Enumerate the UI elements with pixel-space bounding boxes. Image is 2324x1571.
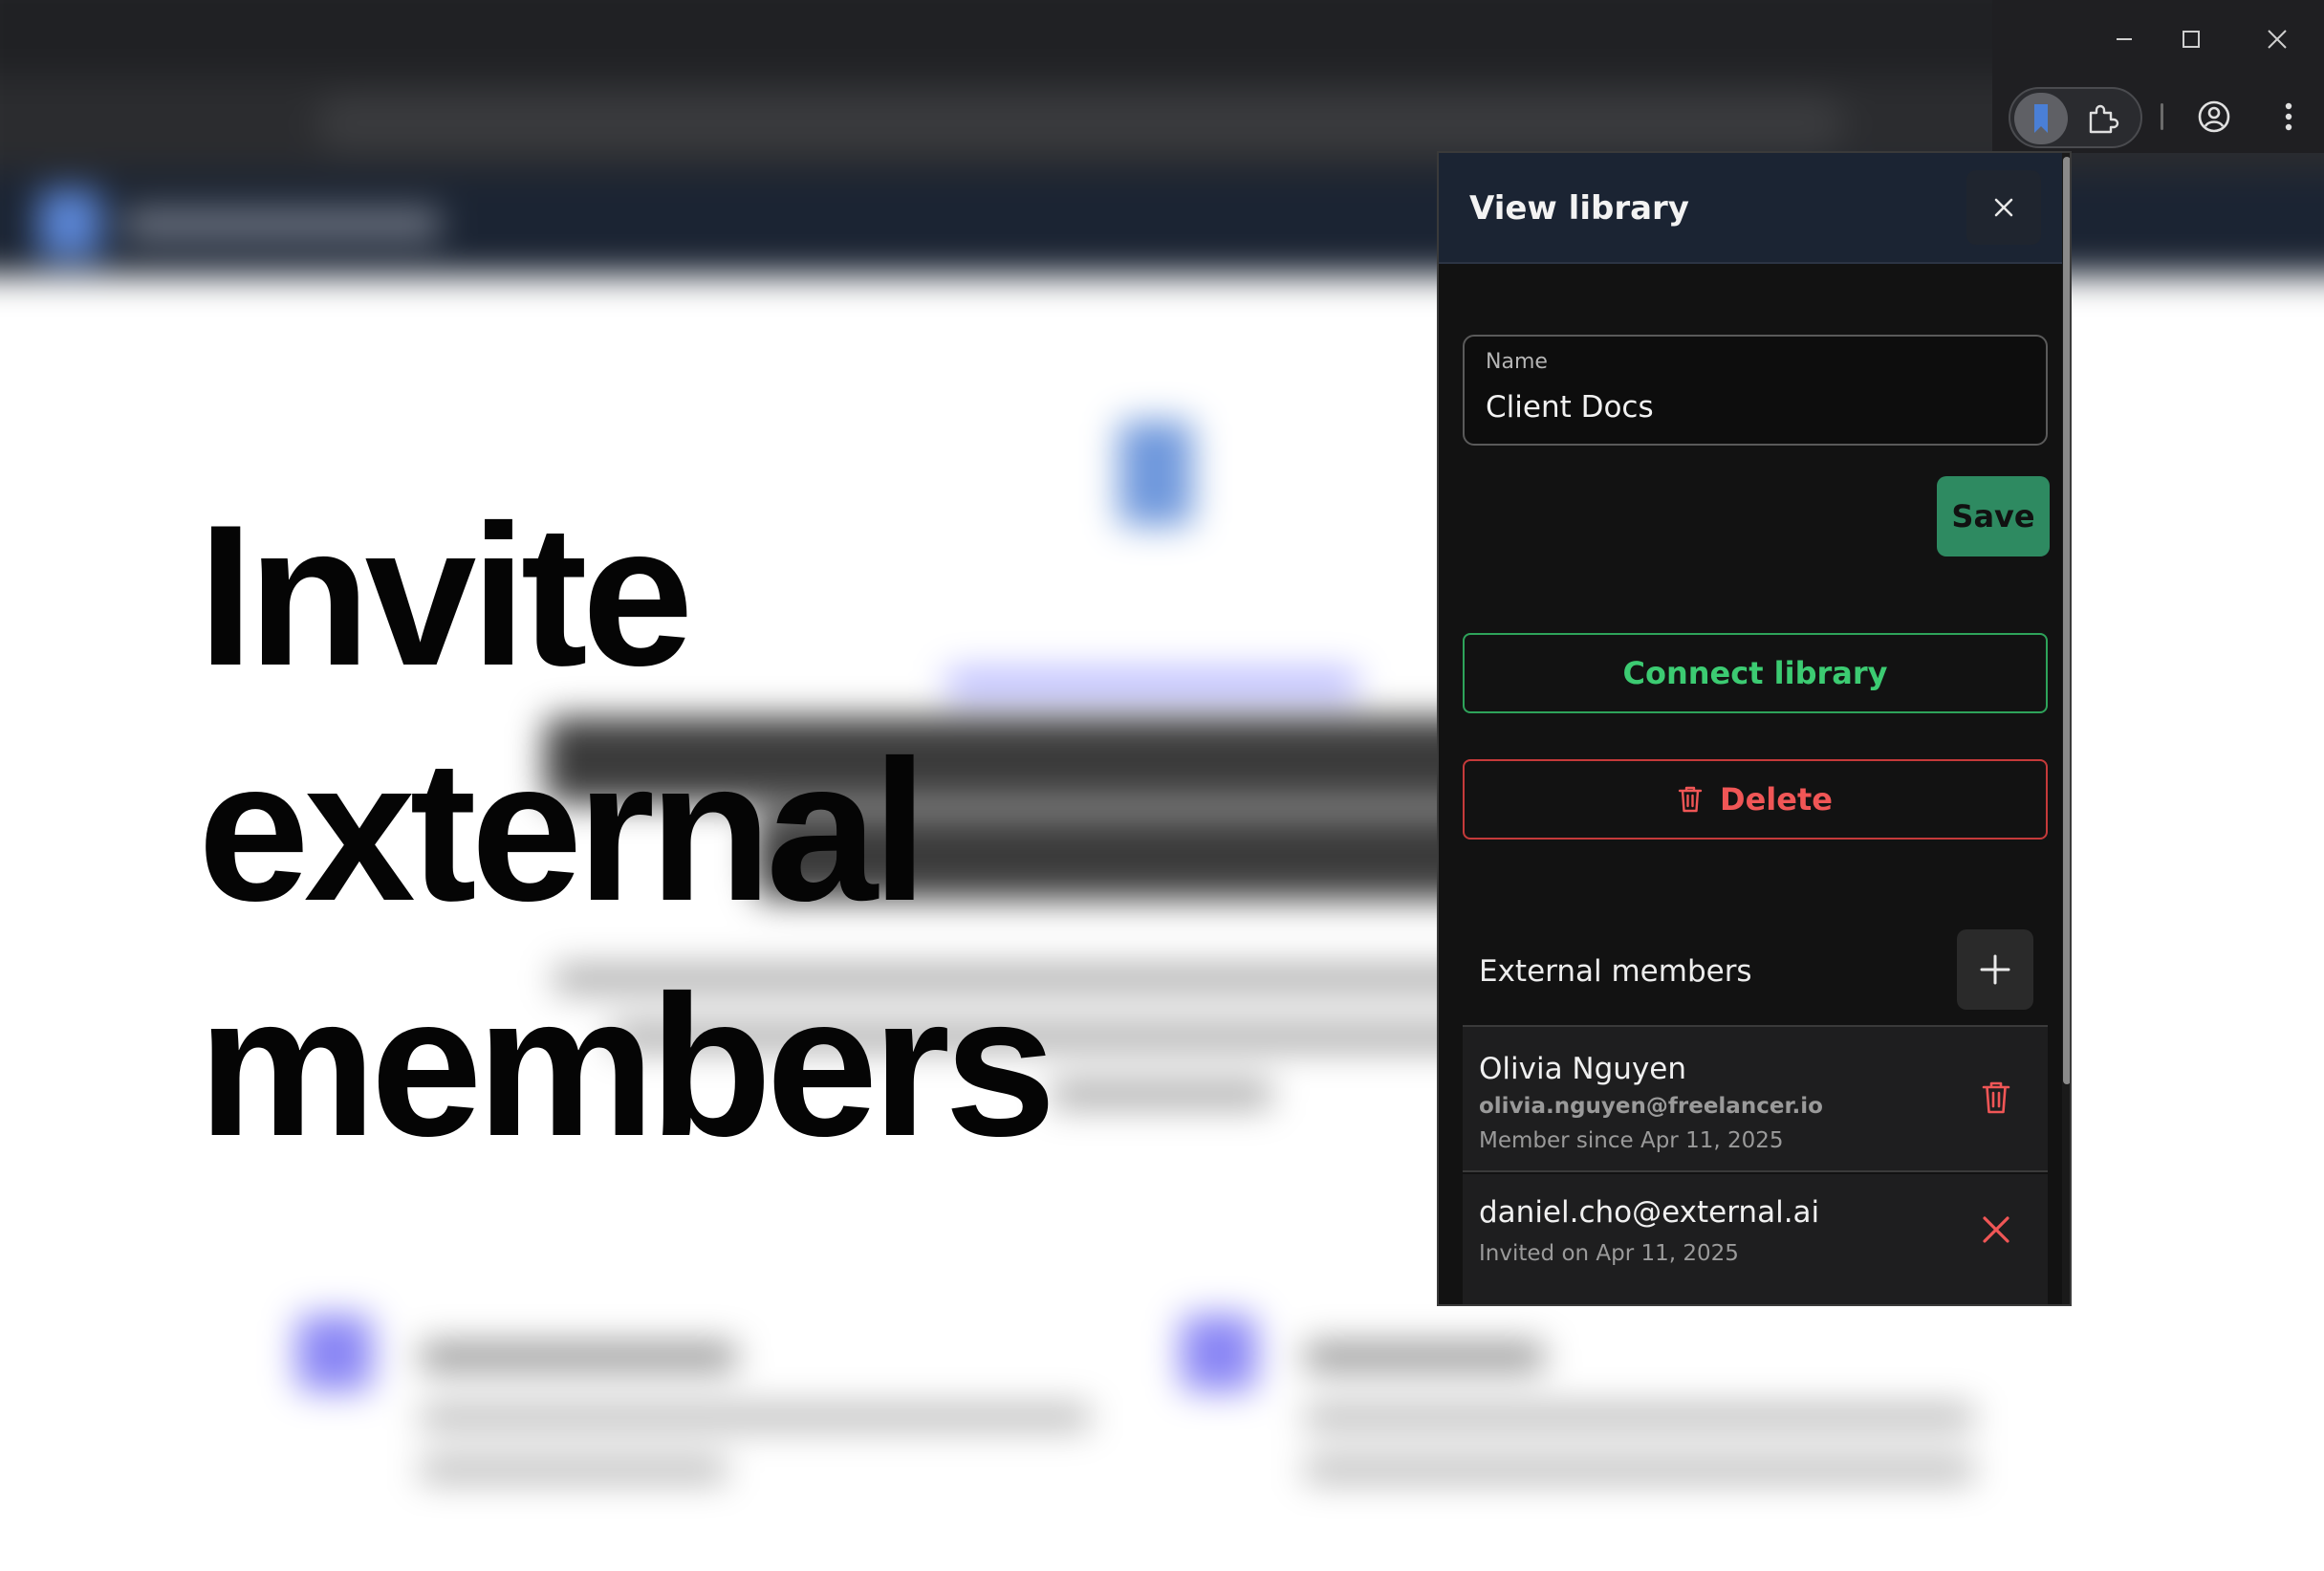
add-member-button[interactable]: [1957, 929, 2033, 1010]
hero-icon: [1119, 421, 1193, 526]
profile-button[interactable]: [2191, 94, 2237, 140]
scrollbar-thumb[interactable]: [2063, 157, 2070, 1084]
feature-icon: [296, 1315, 373, 1391]
extensions-group: [2009, 87, 2142, 148]
member-row: Olivia Nguyen olivia.nguyen@freelancer.i…: [1463, 1027, 2048, 1172]
delete-library-button[interactable]: Delete: [1463, 759, 2048, 840]
feature-text: [1305, 1406, 1974, 1429]
name-field[interactable]: Name: [1463, 335, 2048, 446]
invitee-email: daniel.cho@external.ai: [1479, 1195, 1820, 1230]
toolbar-divider: [2161, 103, 2163, 130]
profile-icon: [2198, 100, 2230, 133]
feature-text: [421, 1458, 727, 1481]
maximize-icon: [2183, 31, 2200, 48]
cancel-invite-button[interactable]: [1969, 1203, 2023, 1256]
hero-paragraph-line: [1052, 1080, 1271, 1107]
bookmark-icon: [2034, 104, 2048, 133]
trash-icon: [1678, 786, 1703, 813]
feature-text: [1305, 1458, 1974, 1481]
minimize-button[interactable]: [2096, 13, 2153, 65]
popup-header: View library: [1439, 153, 2070, 264]
headline-line: Invite: [198, 483, 693, 708]
name-input[interactable]: [1486, 386, 2021, 428]
feature-icon: [1181, 1315, 1257, 1391]
browser-tab-bar: [0, 0, 2324, 76]
close-icon: [2268, 30, 2287, 49]
puzzle-icon: [2089, 104, 2119, 134]
popup-title: View library: [1469, 189, 1689, 228]
connect-library-label: Connect library: [1622, 655, 1888, 691]
external-members-heading: External members: [1479, 954, 1752, 989]
member-since: Member since Apr 11, 2025: [1479, 1128, 1784, 1153]
maximize-button[interactable]: [2162, 13, 2220, 65]
more-vert-icon: [2285, 102, 2292, 131]
site-logo: [38, 189, 101, 258]
feature-heading: [1305, 1343, 1544, 1370]
extensions-button[interactable]: [2079, 97, 2125, 141]
feature-text: [421, 1406, 1090, 1429]
delete-label: Delete: [1720, 781, 1833, 818]
connect-library-button[interactable]: Connect library: [1463, 633, 2048, 713]
browser-corner: [1992, 0, 2324, 153]
trash-icon: [1982, 1081, 2010, 1114]
bookmark-extension-button[interactable]: [2014, 93, 2068, 144]
site-name: [124, 208, 440, 241]
window-close-button[interactable]: [2248, 13, 2306, 65]
member-row: daniel.cho@external.ai Invited on Apr 11…: [1463, 1174, 2048, 1304]
close-button[interactable]: [1966, 170, 2041, 245]
address-bar: [315, 96, 1845, 151]
headline-line: members: [198, 953, 1056, 1178]
save-button[interactable]: Save: [1937, 476, 2050, 556]
browser-menu-button[interactable]: [2270, 94, 2308, 140]
x-icon: [1983, 1216, 2009, 1243]
plus-icon: [1980, 954, 2010, 985]
feature-heading: [421, 1343, 736, 1370]
minimize-icon: [2117, 38, 2132, 40]
promo-headline: Invite external members: [198, 478, 1056, 1184]
headline-line: external: [198, 718, 927, 943]
name-field-label: Name: [1486, 350, 1548, 374]
invited-on: Invited on Apr 11, 2025: [1479, 1241, 1739, 1266]
member-name: Olivia Nguyen: [1479, 1052, 1687, 1086]
remove-member-button[interactable]: [1969, 1071, 2023, 1124]
member-email: olivia.nguyen@freelancer.io: [1479, 1094, 1823, 1119]
extension-popup: View library Name Save Connect library D…: [1437, 151, 2072, 1306]
close-icon: [1994, 198, 2013, 217]
